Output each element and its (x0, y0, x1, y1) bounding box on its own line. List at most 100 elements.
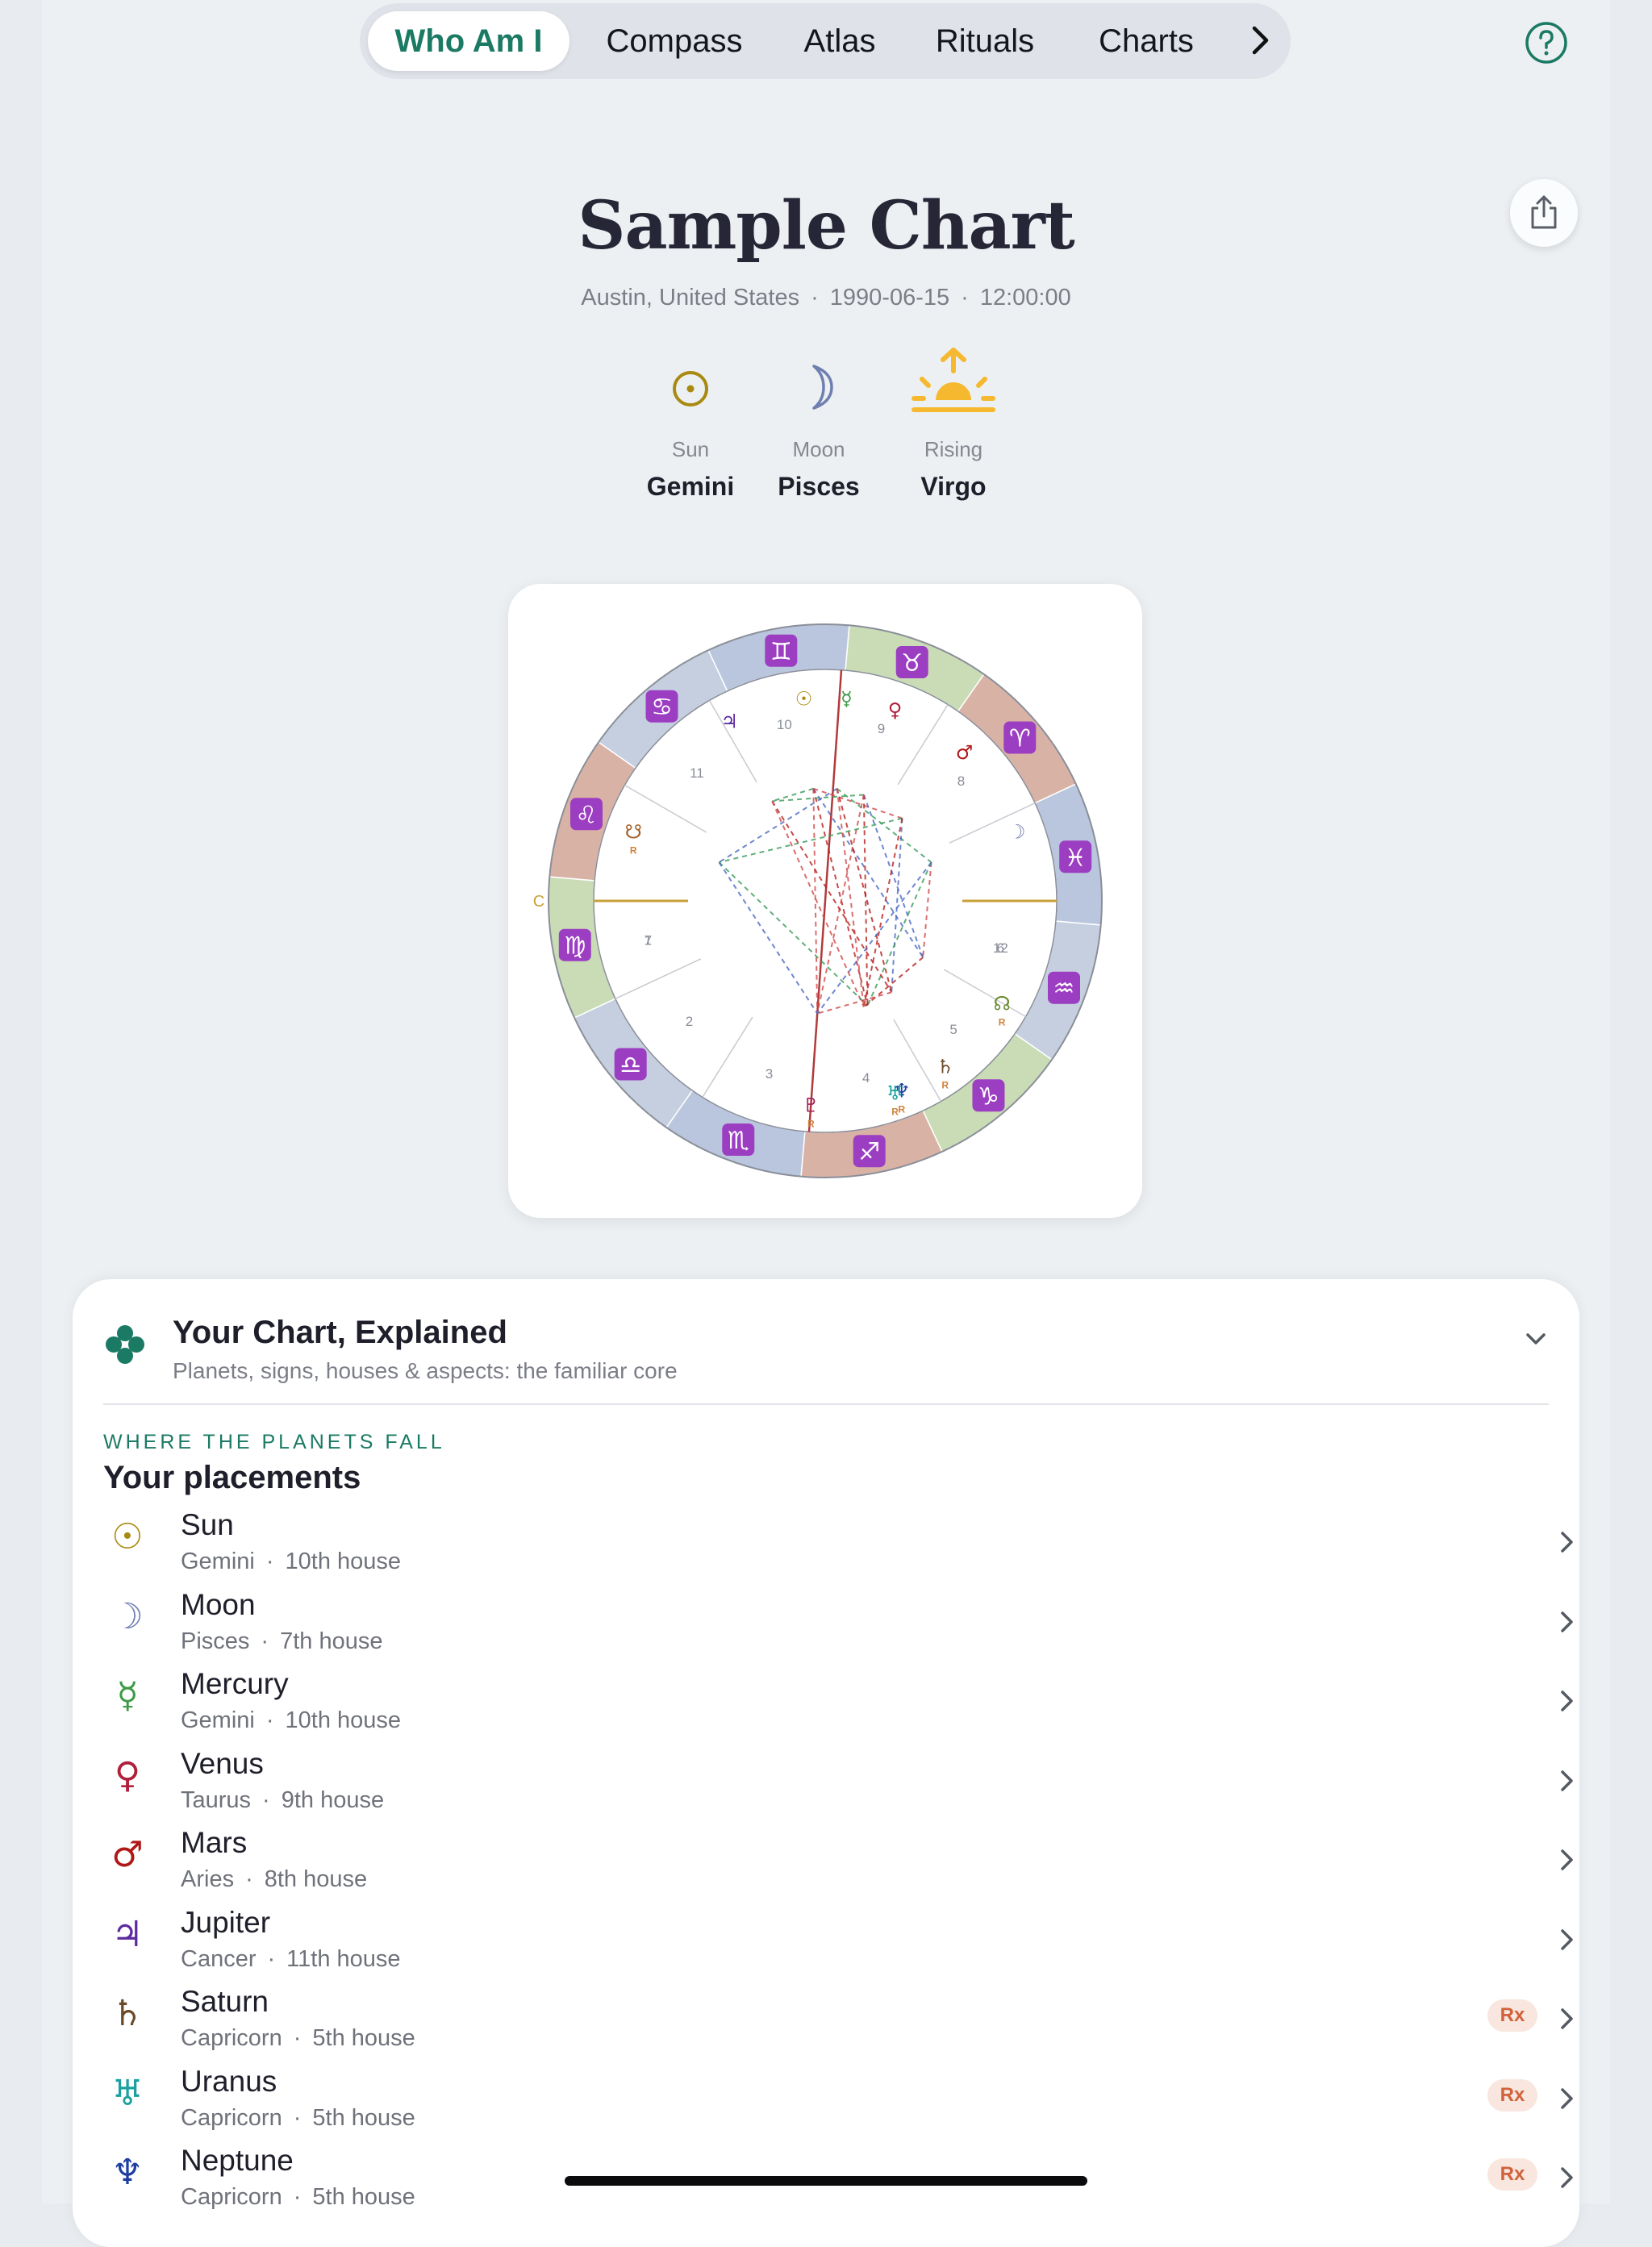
chevron-down-icon[interactable] (1521, 1324, 1550, 1357)
chevron-right-icon[interactable] (1555, 1528, 1578, 1557)
planet-house: 11th house (286, 1945, 401, 1972)
chevron-right-icon[interactable] (1555, 1766, 1578, 1795)
planet-name: Venus (181, 1746, 264, 1780)
sign-glyph-icon: ♐ (858, 1138, 880, 1166)
planet-detail: Gemini · 10th house (181, 1707, 401, 1734)
natal-chart-wheel[interactable]: ♈♉♊♋♌♍♎♏ ♐♑♒♓123 456789101112C☉ ☿ ♀♂☽♃☋R☊R♄R… (508, 584, 1142, 1218)
birth-time: 12:00:00 (979, 285, 1071, 311)
placement-row-mercury[interactable]: ☿ Mercury Gemini · 10th house (103, 1664, 1573, 1743)
house-number: 7 (645, 933, 652, 948)
divider (103, 1403, 1549, 1405)
planet-glyph-icon: ♇ (803, 1094, 820, 1116)
planet-glyph-icon: ♅ (886, 1082, 904, 1105)
birth-details: Austin, United States · 1990-06-15 · 12:00:0… (581, 285, 1071, 311)
rising-sign: Virgo (920, 472, 987, 501)
planet-detail: Pisces · 7th house (181, 1628, 382, 1655)
house-number: 11 (690, 765, 704, 781)
sun-glyph-icon (673, 371, 708, 406)
top-tab-bar: Who Am I Compass Atlas Rituals Charts (360, 3, 1291, 79)
retrograde-mark: R (630, 844, 637, 856)
placement-row-mars[interactable]: ♂ Mars Aries · 8th house (103, 1823, 1573, 1902)
tab-charts[interactable]: Charts (1070, 11, 1223, 71)
planet-name: Moon (181, 1587, 256, 1621)
sign-glyph-icon: ♌ (576, 801, 598, 829)
retrograde-mark: R (891, 1107, 899, 1118)
retrograde-badge: Rx (1487, 1999, 1537, 2032)
planet-detail: Taurus · 9th house (181, 1787, 384, 1814)
placement-row-sun[interactable]: ☉ Sun Gemini · 10th house (103, 1505, 1573, 1584)
planet-glyph-icon: ☿ (841, 687, 853, 710)
planet-name: Neptune (181, 2144, 294, 2177)
tab-compass[interactable]: Compass (582, 11, 767, 71)
sign-glyph-icon: ♏ (728, 1127, 749, 1155)
sun-glyph-icon: ☉ (111, 1516, 144, 1557)
chevron-right-icon[interactable] (1555, 1925, 1578, 1954)
chevron-right-icon[interactable] (1555, 2163, 1578, 2192)
planet-name: Uranus (181, 2064, 277, 2098)
sign-glyph-icon: ♍ (564, 932, 586, 961)
house-number: 9 (878, 721, 885, 736)
sign-glyph-icon: ♓ (1065, 844, 1087, 872)
retrograde-mark: R (898, 1104, 905, 1115)
separator-dot: · (293, 2184, 302, 2210)
house-number: 5 (949, 1022, 957, 1037)
saturn-glyph-icon: ♄ (111, 1993, 144, 2034)
separator-dot: · (261, 1628, 269, 1654)
planet-glyph-icon: ☊ (993, 993, 1010, 1015)
retrograde-mark: R (999, 1017, 1006, 1028)
chevron-right-icon[interactable] (1555, 1607, 1578, 1636)
planet-name: Sun (181, 1508, 234, 1541)
sun-sign: Gemini (646, 472, 735, 501)
placement-row-saturn[interactable]: ♄ Saturn Capricorn · 5th house Rx (103, 1982, 1573, 2061)
planet-house: 8th house (264, 1866, 368, 1892)
retrograde-badge: Rx (1487, 2078, 1537, 2112)
mars-glyph-icon: ♂ (111, 1834, 144, 1875)
moon-glyph-icon: ☽ (111, 1595, 144, 1637)
house-number: 3 (766, 1066, 773, 1082)
planet-sign: Aries (181, 1866, 235, 1892)
tab-who-am-i[interactable]: Who Am I (368, 11, 569, 71)
placement-row-moon[interactable]: ☽ Moon Pisces · 7th house (103, 1585, 1573, 1664)
planet-glyph-icon: ☽ (1008, 820, 1026, 843)
house-number: 4 (862, 1070, 870, 1086)
placement-row-jupiter[interactable]: ♃ Jupiter Cancer · 11th house (103, 1903, 1573, 1982)
placement-row-venus[interactable]: ♀ Venus Taurus · 9th house (103, 1744, 1573, 1823)
big-three-moon: Moon Pisces (750, 347, 887, 502)
separator-dot: · (265, 1707, 274, 1733)
house-number: 12 (993, 940, 1008, 956)
retrograde-mark: R (941, 1080, 949, 1091)
tab-atlas[interactable]: Atlas (779, 11, 900, 71)
planet-sign: Cancer (181, 1945, 257, 1972)
sign-glyph-icon: ♎ (620, 1051, 641, 1079)
sign-glyph-icon: ♊ (770, 638, 792, 666)
planet-glyph-icon: ♄ (937, 1056, 954, 1078)
planet-house: 10th house (285, 1549, 402, 1574)
page-title: Sample Chart (578, 187, 1074, 265)
planet-sign: Pisces (181, 1628, 250, 1654)
planet-glyph-icon: ☉ (795, 687, 813, 710)
chevron-right-icon[interactable] (1241, 21, 1279, 60)
question-circle-icon[interactable] (1525, 21, 1568, 65)
separator-dot: · (267, 1945, 276, 1972)
chevron-right-icon[interactable] (1555, 2004, 1578, 2033)
planet-house: 5th house (312, 2025, 415, 2051)
planet-detail: Capricorn · 5th house (181, 2105, 415, 2132)
placement-row-uranus[interactable]: ♅ Uranus Capricorn · 5th house Rx (103, 2061, 1573, 2141)
chevron-right-icon[interactable] (1555, 2084, 1578, 2113)
ascendant-label: C (533, 893, 544, 911)
planet-detail: Capricorn · 5th house (181, 2184, 415, 2211)
planet-detail: Gemini · 10th house (181, 1549, 401, 1575)
tab-rituals[interactable]: Rituals (912, 11, 1058, 71)
moon-sign: Pisces (778, 472, 860, 501)
sheet-subtitle: Planets, signs, houses & aspects: the fa… (173, 1358, 678, 1383)
house-number: 2 (686, 1014, 693, 1029)
chart-wheel-card[interactable]: ♈ ♉ ♊ ♋ ♌ ♍ ♎ ♏ ♐ ♑ ♒ ♓ 1 2 3 4 5 6 7 8 9 10 11 12 C ☉ ☿ ♀ ♂ ☽ ♃ ☋ R ☊ R ♄ R… (508, 584, 1142, 1218)
venus-glyph-icon: ♀ (114, 1754, 141, 1796)
separator-dot: · (262, 1786, 270, 1813)
moon-glyph-icon (812, 365, 833, 410)
chevron-right-icon[interactable] (1555, 1845, 1578, 1874)
planet-name: Mars (181, 1826, 248, 1859)
chevron-right-icon[interactable] (1555, 1686, 1578, 1715)
home-indicator[interactable] (565, 2176, 1087, 2186)
planet-glyph-icon: ♂ (956, 741, 974, 764)
